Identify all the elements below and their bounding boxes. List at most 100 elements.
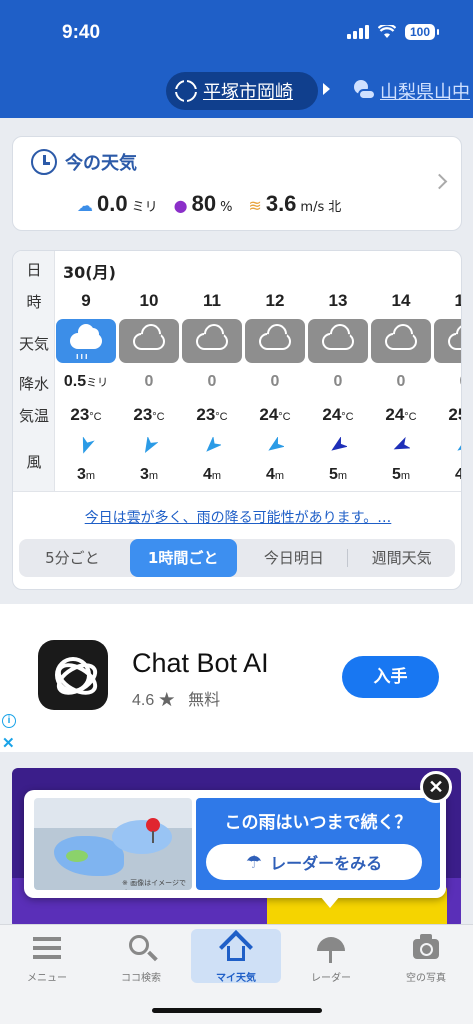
wind-direction-icon xyxy=(206,437,221,452)
wind-direction-icon xyxy=(268,437,284,451)
wind-speed-value: 5m xyxy=(328,466,348,483)
hour-column[interactable]: 11 0 23°C 4m xyxy=(181,251,243,491)
hour-column[interactable]: 12 0 24°C 4m xyxy=(244,251,306,491)
chevron-right-icon xyxy=(323,83,330,95)
hour-column[interactable]: 15 0 25°C 4m xyxy=(433,251,461,491)
cloud-icon xyxy=(434,319,461,363)
wifi-icon xyxy=(377,25,396,38)
tab-menu[interactable]: メニュー xyxy=(2,929,92,984)
forecast-range-tabs: 5分ごと 1時間ごと 今日明日 週間天気 xyxy=(19,539,455,577)
current-weather-title: 今の天気 xyxy=(31,149,137,175)
current-humidity: ● 80 % xyxy=(174,191,233,217)
camera-icon xyxy=(413,934,439,959)
wind-speed-value: 3m xyxy=(76,466,96,483)
app-price: 無料 xyxy=(188,692,221,709)
hour-value: 14 xyxy=(391,291,411,310)
status-icons: 100 xyxy=(346,24,440,40)
temp-value: 24°C xyxy=(259,405,291,424)
radar-promo-panel: この雨はいつまで続く？ ☂ レーダーをみる xyxy=(196,798,440,890)
rating-value: 4.6 xyxy=(132,692,155,709)
current-weather-card[interactable]: 今の天気 ☁ 0.0 ミリ ● 80 % ≋ 3.6 m/s 北 xyxy=(12,136,462,231)
hour-column[interactable]: 10 0 23°C 3m xyxy=(118,251,180,491)
wind-speed-value: 4m xyxy=(433,466,461,484)
app-icon[interactable] xyxy=(38,640,108,710)
location-name: 平塚市岡崎 xyxy=(203,82,293,103)
humidity-value: 80 xyxy=(191,191,217,216)
wind-value: 3.6 xyxy=(265,191,297,216)
label-temp: 気温 xyxy=(18,407,49,425)
view-radar-label: レーダーをみる xyxy=(270,854,383,873)
radar-popup[interactable]: ※ 画像はイメージです この雨はいつまで続く？ ☂ レーダーをみる xyxy=(24,790,446,898)
precip-value: 0 xyxy=(433,373,461,391)
cloud-icon xyxy=(245,319,305,363)
hour-value: 9 xyxy=(81,291,91,310)
radar-map-thumbnail: ※ 画像はイメージです xyxy=(34,798,192,890)
current-wind: ≋ 3.6 m/s 北 xyxy=(248,191,341,217)
precip-value: 0.5ミリ xyxy=(63,373,109,390)
wind-icon: ≋ xyxy=(248,196,262,215)
wind-direction: 北 xyxy=(328,200,342,215)
precip-value: 0 xyxy=(207,373,217,390)
cloud-icon xyxy=(308,319,368,363)
hour-column[interactable]: 9 ııı 0.5ミリ 23°C 3m xyxy=(55,251,117,491)
wind-speed-value: 4m xyxy=(265,466,285,483)
hour-value: 12 xyxy=(265,291,285,310)
precip-value: 0 xyxy=(144,373,154,390)
wind-speed-value: 4m xyxy=(202,466,222,483)
get-app-button[interactable]: 入手 xyxy=(342,656,439,698)
temp-value: 23°C xyxy=(196,405,228,424)
forecast-comment-link[interactable]: 今日は雲が多く、雨の降る可能性があります。… xyxy=(13,507,461,527)
precip-value: 0.0 xyxy=(97,191,128,216)
tab-sky-photos-label: 空の写真 xyxy=(406,973,446,984)
temp-value: 23°C xyxy=(70,405,102,424)
wind-direction-icon xyxy=(82,437,95,454)
label-wind: 風 xyxy=(26,453,42,471)
next-location-name: 山梨県山中 xyxy=(380,82,470,103)
tab-my-weather[interactable]: マイ天気 xyxy=(191,929,281,984)
umbrella-icon xyxy=(317,937,345,963)
wind-direction-icon xyxy=(144,437,158,454)
wind-unit: m/s xyxy=(300,200,325,215)
wind-speed-value: 3m xyxy=(139,466,159,483)
hour-column[interactable]: 14 0 24°C 5m xyxy=(370,251,432,491)
location-target-icon xyxy=(171,76,199,104)
rain-cloud-icon: ııı xyxy=(56,319,116,363)
app-ad-banner[interactable]: Chat Bot AI 4.6 ★ 無料 入手 i ✕ xyxy=(0,604,473,752)
tab-5min[interactable]: 5分ごと xyxy=(19,539,126,577)
cloud-icon xyxy=(182,319,242,363)
battery-icon: 100 xyxy=(404,24,440,40)
hour-value: 13 xyxy=(328,291,348,310)
view-radar-button[interactable]: ☂ レーダーをみる xyxy=(206,844,422,880)
close-icon[interactable]: ✕ xyxy=(420,771,452,803)
tab-hourly[interactable]: 1時間ごと xyxy=(129,539,237,577)
wind-direction-icon xyxy=(331,437,347,451)
ad-close-icon[interactable]: ✕ xyxy=(2,734,15,752)
hour-column[interactable]: 13 0 24°C 5m xyxy=(307,251,369,491)
tab-search-label: ココ検索 xyxy=(121,973,161,984)
tab-sky-photos[interactable]: 空の写真 xyxy=(381,929,471,984)
temp-value: 24°C xyxy=(322,405,354,424)
current-weather-values: ☁ 0.0 ミリ ● 80 % ≋ 3.6 m/s 北 xyxy=(77,191,341,217)
next-location-link[interactable]: 山梨県山中 xyxy=(352,78,470,104)
tab-radar[interactable]: レーダー xyxy=(286,929,376,984)
sun-cloud-icon xyxy=(352,80,376,102)
star-icon: ★ xyxy=(158,692,175,709)
current-location-button[interactable]: 平塚市岡崎 xyxy=(166,72,318,110)
label-hour: 時 xyxy=(26,293,42,311)
status-time: 9:40 xyxy=(62,22,101,43)
tab-search[interactable]: ココ検索 xyxy=(96,929,186,984)
current-precip: ☁ 0.0 ミリ xyxy=(77,191,158,217)
precip-unit: ミリ xyxy=(131,200,158,215)
app-header: 9:40 100 平塚市岡崎 山梨県山中 xyxy=(0,0,473,118)
humidity-unit: % xyxy=(220,200,233,215)
tab-weekly[interactable]: 週間天気 xyxy=(348,539,455,577)
tab-today-tomorrow[interactable]: 今日明日 xyxy=(241,539,348,577)
hourly-forecast-card: 日 時 天気 降水 気温 風 30(月) 9 ııı 0.5ミリ 23°C 3m 10 0 2… xyxy=(12,250,462,590)
label-day: 日 xyxy=(26,261,42,279)
wind-speed-value: 5m xyxy=(391,466,411,483)
rain-cloud-icon: ☁ xyxy=(77,196,93,215)
cloud-icon xyxy=(119,319,179,363)
ad-info-icon[interactable]: i xyxy=(2,714,16,728)
divider xyxy=(13,491,461,492)
menu-icon xyxy=(33,937,61,959)
